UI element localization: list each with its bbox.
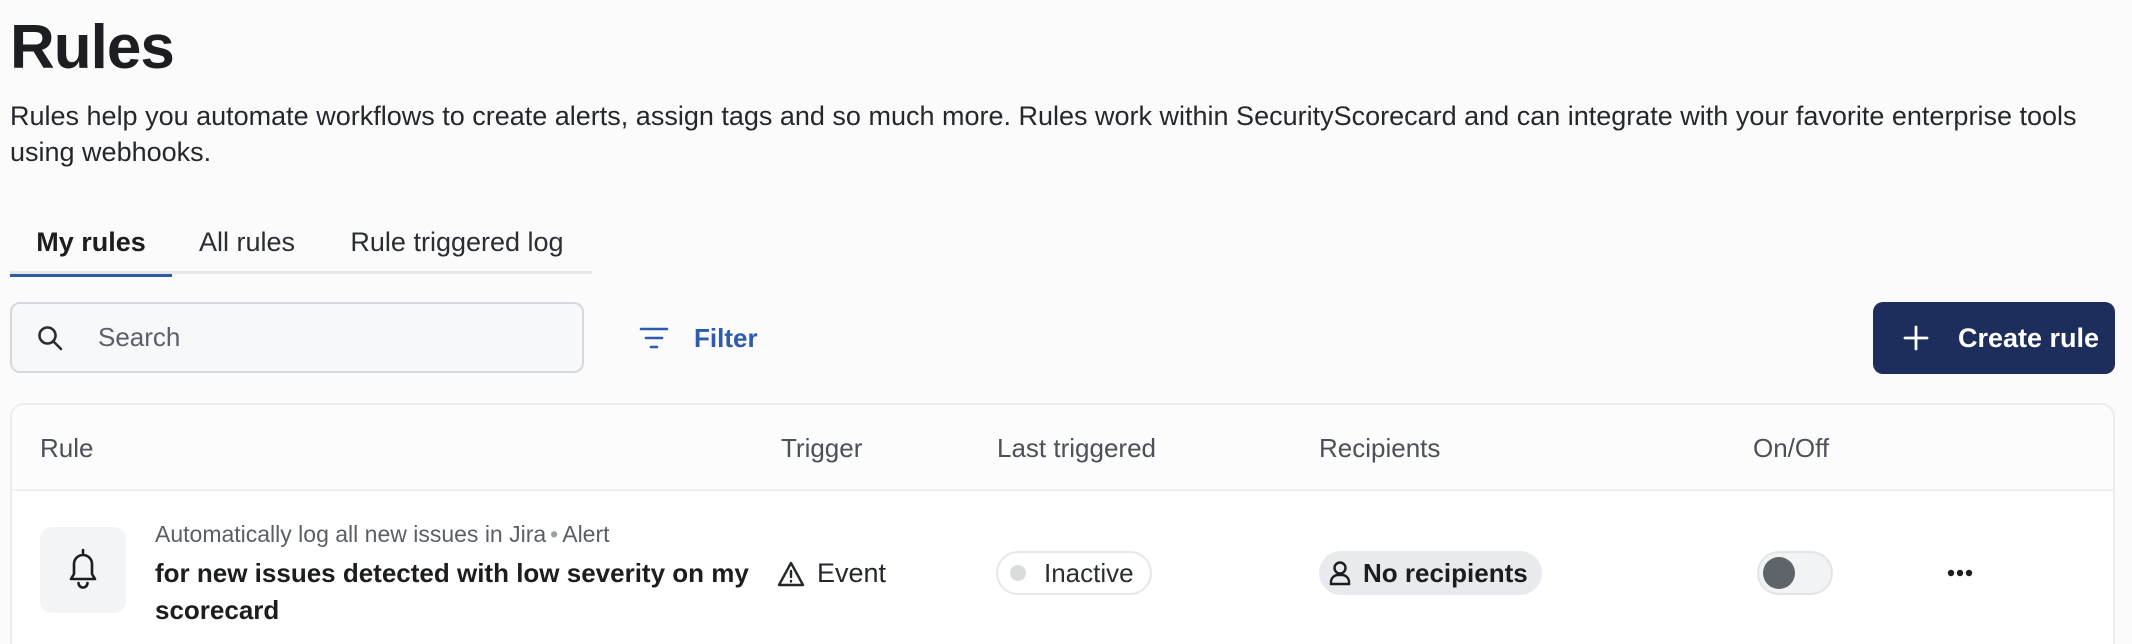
more-dots-icon — [1947, 564, 1973, 582]
search-box[interactable] — [10, 302, 584, 373]
more-actions-button[interactable] — [1940, 553, 1980, 593]
page-title: Rules — [10, 13, 175, 82]
column-rule[interactable]: Rule — [40, 433, 93, 464]
search-input[interactable] — [98, 322, 558, 353]
column-on-off[interactable]: On/Off — [1753, 433, 1829, 464]
rule-enabled-toggle[interactable] — [1757, 551, 1833, 595]
plus-icon — [1902, 323, 1932, 353]
toggle-knob — [1763, 557, 1795, 589]
column-last-triggered[interactable]: Last triggered — [997, 433, 1156, 464]
status-dot — [1010, 565, 1026, 581]
status-badge: Inactive — [996, 551, 1152, 595]
rules-tabs: My rules All rules Rule triggered log — [10, 210, 592, 277]
rules-table: Rule Trigger Last triggered Recipients O… — [10, 403, 2115, 644]
tab-my-rules[interactable]: My rules — [10, 210, 172, 277]
recipients-label: No recipients — [1363, 557, 1528, 588]
rule-subtitle-text: Automatically log all new issues in Jira — [155, 521, 547, 547]
person-icon — [1329, 559, 1353, 587]
recipients-badge: No recipients — [1319, 551, 1542, 595]
rule-type: Alert — [562, 521, 610, 547]
trigger-label: Event — [817, 558, 887, 588]
trigger-cell: Event — [777, 558, 886, 589]
table-row[interactable]: Automatically log all new issues in Jira… — [12, 493, 2113, 644]
column-trigger[interactable]: Trigger — [781, 433, 862, 464]
filter-button[interactable]: Filter — [636, 310, 758, 366]
rule-title[interactable]: for new issues detected with low severit… — [155, 555, 755, 629]
tab-all-rules[interactable]: All rules — [172, 210, 322, 274]
search-icon — [36, 302, 88, 373]
filter-label: Filter — [694, 322, 758, 353]
rule-subtitle: Automatically log all new issues in Jira… — [155, 521, 610, 548]
bell-icon — [63, 546, 103, 595]
filter-icon — [636, 320, 672, 356]
create-rule-label: Create rule — [1958, 322, 2100, 353]
separator-dot: • — [550, 521, 559, 547]
tab-rule-triggered-log[interactable]: Rule triggered log — [322, 210, 592, 274]
rule-icon-box — [40, 527, 126, 613]
column-recipients[interactable]: Recipients — [1319, 433, 1440, 464]
create-rule-button[interactable]: Create rule — [1873, 302, 2115, 374]
status-label: Inactive — [1044, 557, 1134, 588]
rules-page: Rules Rules help you automate workflows … — [0, 0, 2132, 644]
table-header: Rule Trigger Last triggered Recipients O… — [12, 405, 2113, 491]
warning-triangle-icon — [777, 559, 807, 589]
page-description: Rules help you automate workflows to cre… — [10, 101, 2077, 167]
